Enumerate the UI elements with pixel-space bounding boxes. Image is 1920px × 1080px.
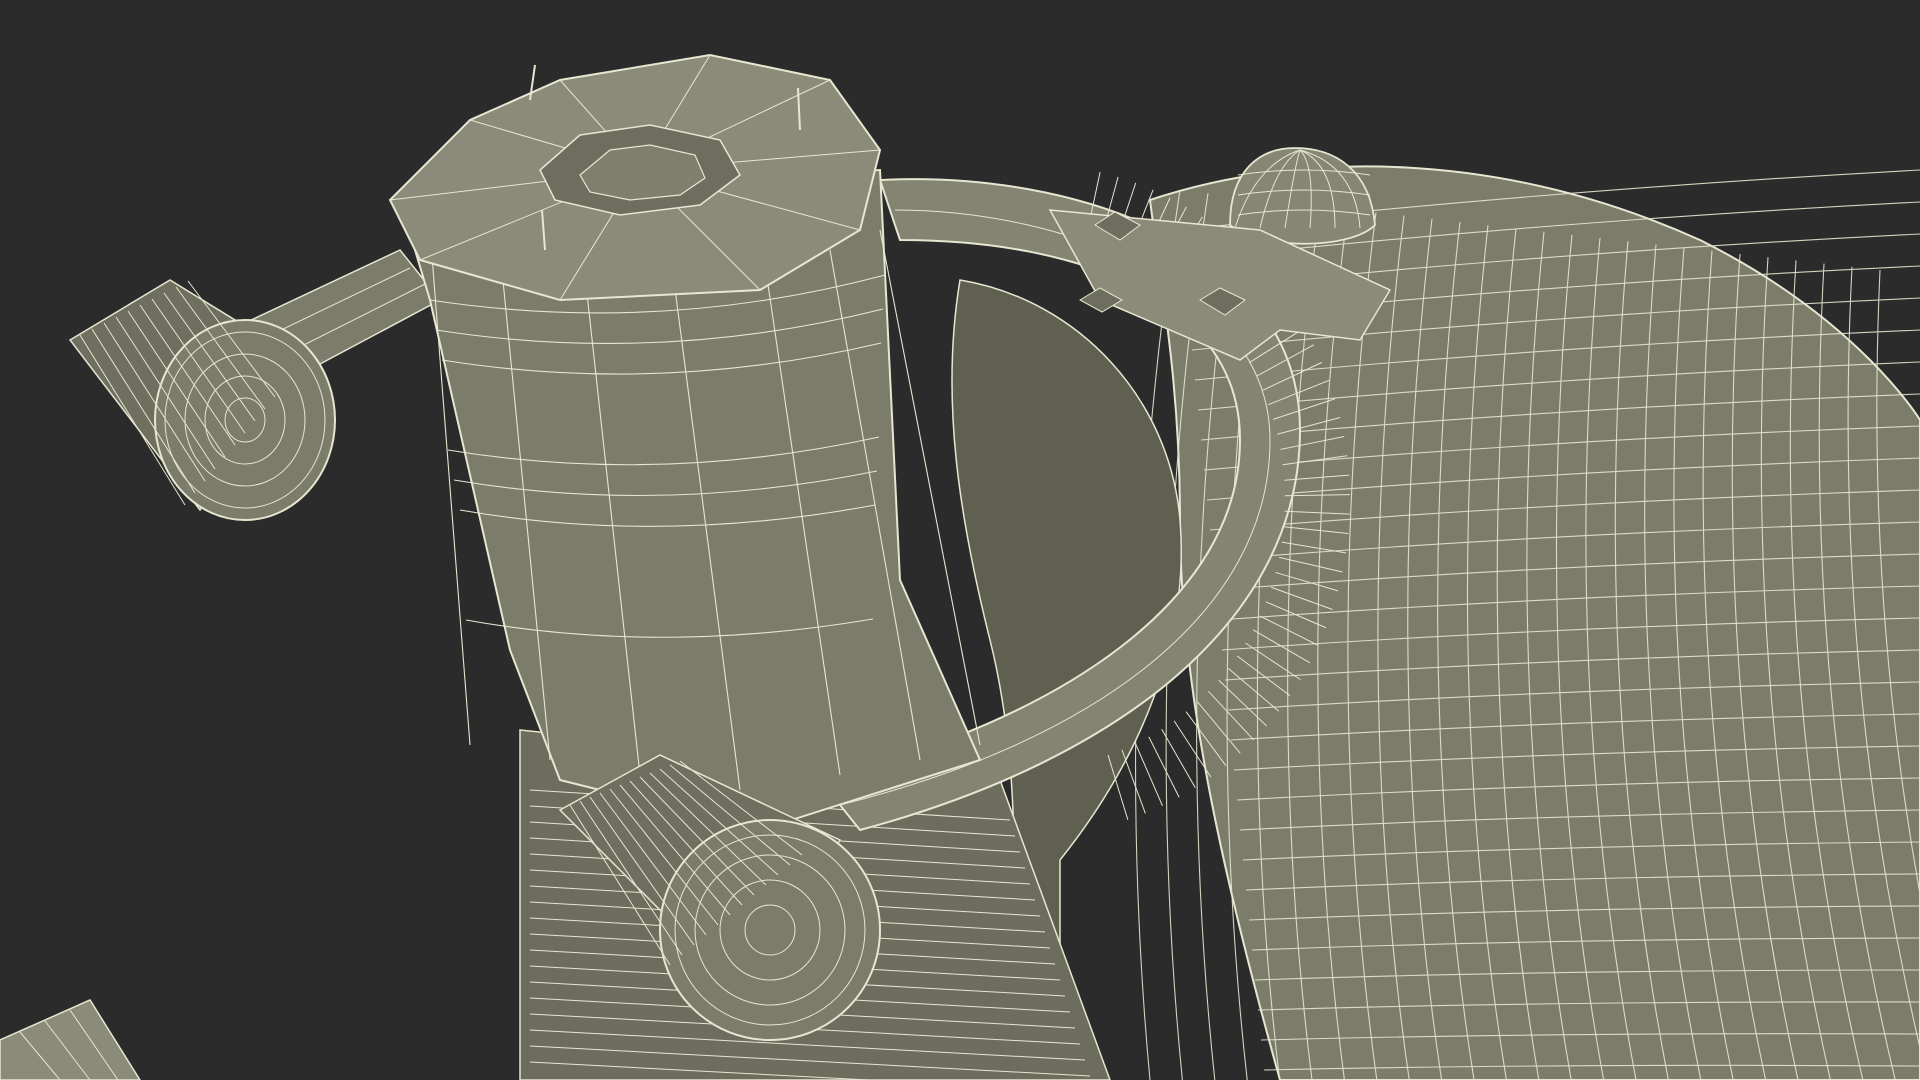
3d-viewport[interactable] bbox=[0, 0, 1920, 1080]
wireframe-scene bbox=[0, 0, 1920, 1080]
